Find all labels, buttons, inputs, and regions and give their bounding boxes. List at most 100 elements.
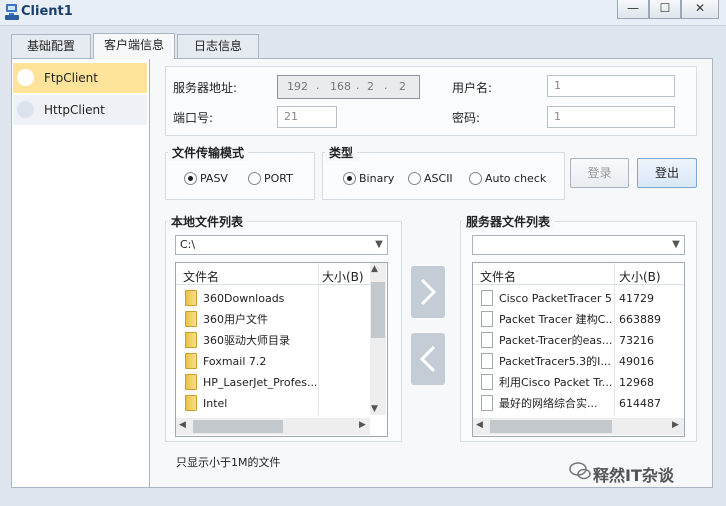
sidebar-item-ftpclient[interactable]: FtpClient	[13, 63, 147, 93]
window-title: Client1	[21, 4, 73, 19]
type-title: 类型	[325, 144, 358, 161]
ascii-radio[interactable]	[408, 172, 421, 185]
watermark-text: 释然IT杂谈	[593, 466, 674, 485]
file-icon	[481, 332, 493, 348]
tab-basic-config[interactable]: 基础配置	[11, 34, 91, 58]
username-label: 用户名:	[452, 81, 493, 95]
wechat-icon	[569, 460, 591, 482]
server-address-label: 服务器地址:	[173, 81, 238, 95]
ip-dot: .	[316, 79, 320, 92]
file-size: 49016	[619, 355, 654, 368]
port-radio[interactable]	[248, 172, 261, 185]
chevron-right-icon	[420, 278, 437, 306]
auto-check-label: Auto check	[485, 172, 547, 185]
port-mode-label: PORT	[264, 172, 293, 185]
list-item[interactable]: HP_LaserJet_Profes...	[203, 372, 317, 393]
auto-check-radio[interactable]	[469, 172, 482, 185]
ip-octet-3: 2	[367, 80, 374, 93]
scroll-thumb[interactable]	[193, 420, 283, 433]
ftp-client-icon	[17, 69, 34, 86]
folder-icon	[185, 395, 197, 411]
size-limit-note: 只显示小于1M的文件	[176, 456, 281, 469]
scroll-left-icon[interactable]: ◀	[179, 420, 186, 430]
download-arrow-button[interactable]	[411, 333, 445, 385]
upload-arrow-button[interactable]	[411, 266, 445, 318]
port-input[interactable]: 21	[277, 106, 337, 128]
column-divider	[614, 263, 615, 415]
list-item[interactable]: 360Downloads	[203, 288, 317, 309]
file-size: 663889	[619, 313, 661, 326]
local-files-title: 本地文件列表	[167, 213, 248, 230]
ip-octet-1: 192	[287, 80, 308, 93]
server-col-size[interactable]: 大小(B)	[619, 268, 661, 285]
folder-icon	[185, 290, 197, 306]
list-item[interactable]: 最好的网络综合实...	[499, 393, 613, 414]
ip-dot: .	[356, 79, 360, 92]
http-client-icon	[17, 101, 34, 118]
transfer-mode-title: 文件传输模式	[168, 144, 249, 161]
file-size: 41729	[619, 292, 654, 305]
file-icon	[481, 395, 493, 411]
chevron-down-icon[interactable]: ▼	[371, 236, 387, 254]
ascii-label: ASCII	[424, 172, 453, 185]
folder-icon	[185, 374, 197, 390]
file-icon	[481, 353, 493, 369]
tab-client-info[interactable]: 客户端信息	[93, 33, 175, 59]
list-item[interactable]: Packet-Tracer的eas...	[499, 330, 613, 351]
folder-icon	[185, 353, 197, 369]
scroll-thumb[interactable]	[371, 282, 385, 338]
server-address-input[interactable]: 192 . 168 . 2 . 2	[277, 75, 420, 99]
local-col-name[interactable]: 文件名	[183, 268, 219, 285]
list-item[interactable]: PacketTracer5.3的I...	[499, 351, 613, 372]
local-path-select[interactable]: C:\	[175, 235, 388, 255]
tab-log-info[interactable]: 日志信息	[177, 34, 259, 58]
ip-octet-4: 2	[399, 80, 406, 93]
login-button[interactable]: 登录	[570, 158, 629, 188]
logout-button[interactable]: 登出	[637, 158, 697, 188]
file-icon	[481, 290, 493, 306]
list-item[interactable]: 360驱动大师目录	[203, 330, 317, 351]
minimize-button[interactable]: —	[617, 0, 649, 19]
file-icon	[481, 374, 493, 390]
maximize-button[interactable]: ☐	[649, 0, 681, 19]
file-size: 12968	[619, 376, 654, 389]
scroll-left-icon[interactable]: ◀	[476, 420, 483, 430]
chevron-left-icon	[419, 345, 436, 373]
scroll-up-icon[interactable]: ▲	[371, 264, 378, 274]
file-icon	[481, 311, 493, 327]
password-label: 密码:	[452, 111, 481, 125]
scroll-right-icon[interactable]: ▶	[359, 420, 366, 430]
server-path-select[interactable]	[472, 235, 685, 255]
scroll-down-icon[interactable]: ▼	[371, 404, 378, 414]
local-col-size[interactable]: 大小(B)	[322, 268, 364, 285]
ip-octet-2: 168	[330, 80, 351, 93]
sidebar-item-httpclient[interactable]: HttpClient	[13, 95, 147, 125]
username-input[interactable]: 1	[547, 75, 675, 97]
file-size: 73216	[619, 334, 654, 347]
sidebar-item-label: FtpClient	[44, 71, 98, 85]
pasv-radio[interactable]	[184, 172, 197, 185]
scroll-thumb[interactable]	[490, 420, 612, 433]
server-files-title: 服务器文件列表	[462, 213, 555, 230]
binary-label: Binary	[359, 172, 395, 185]
list-item[interactable]: Intel	[203, 393, 317, 414]
list-item[interactable]: 利用Cisco Packet Tr...	[499, 372, 613, 393]
column-divider	[318, 263, 319, 415]
port-label: 端口号:	[173, 111, 214, 125]
pasv-label: PASV	[200, 172, 228, 185]
binary-radio[interactable]	[343, 172, 356, 185]
folder-icon	[185, 332, 197, 348]
close-button[interactable]: ✕	[681, 0, 719, 19]
list-item[interactable]: Packet Tracer 建构C...	[499, 309, 613, 330]
list-item[interactable]: Foxmail 7.2	[203, 351, 317, 372]
list-item[interactable]: Cisco PacketTracer 5...	[499, 288, 613, 309]
password-input[interactable]: 1	[547, 106, 675, 128]
server-col-name[interactable]: 文件名	[480, 268, 516, 285]
scroll-right-icon[interactable]: ▶	[672, 420, 679, 430]
app-icon	[4, 3, 20, 21]
file-size: 614487	[619, 397, 661, 410]
chevron-down-icon[interactable]: ▼	[668, 236, 684, 254]
folder-icon	[185, 311, 197, 327]
sidebar-item-label: HttpClient	[44, 103, 105, 117]
list-item[interactable]: 360用户文件	[203, 309, 317, 330]
